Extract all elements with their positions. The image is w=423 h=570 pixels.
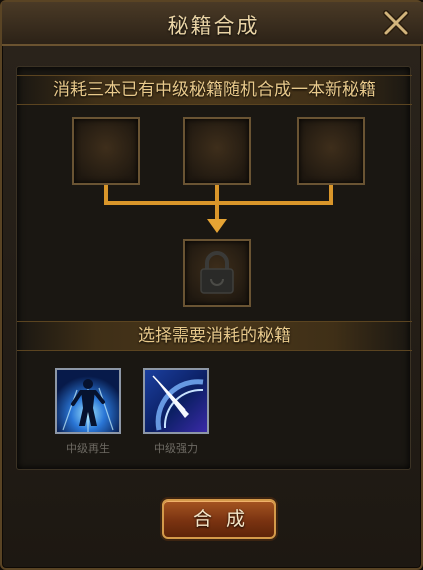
close-icon[interactable] [381,8,411,38]
book-power[interactable] [143,368,209,434]
input-slot-3[interactable] [297,117,365,185]
merge-button[interactable]: 合成 [162,499,276,539]
merge-connector [104,185,333,233]
title-bar: 秘籍合成 [2,2,423,46]
regeneration-figure-icon [57,370,119,432]
power-strike-icon [145,370,207,432]
window-title: 秘籍合成 [167,14,260,38]
result-slot [183,239,251,307]
book-label-power: 中级强力 [154,442,198,455]
instruction-banner: 消耗三本已有中级秘籍随机合成一本新秘籍 [17,75,412,105]
lock-icon [200,251,234,294]
input-slot-1[interactable] [72,117,140,185]
book-regeneration[interactable] [55,368,121,434]
compose-window: 秘籍合成 消耗三本已有中级秘籍随机合成一本新秘籍 选择需要消耗的秘籍 中级再生 … [0,0,423,570]
book-label-regeneration: 中级再生 [66,442,110,455]
input-slot-2[interactable] [183,117,251,185]
select-heading: 选择需要消耗的秘籍 [17,321,412,351]
compose-panel: 消耗三本已有中级秘籍随机合成一本新秘籍 选择需要消耗的秘籍 中级再生 中级强力 [16,66,412,470]
